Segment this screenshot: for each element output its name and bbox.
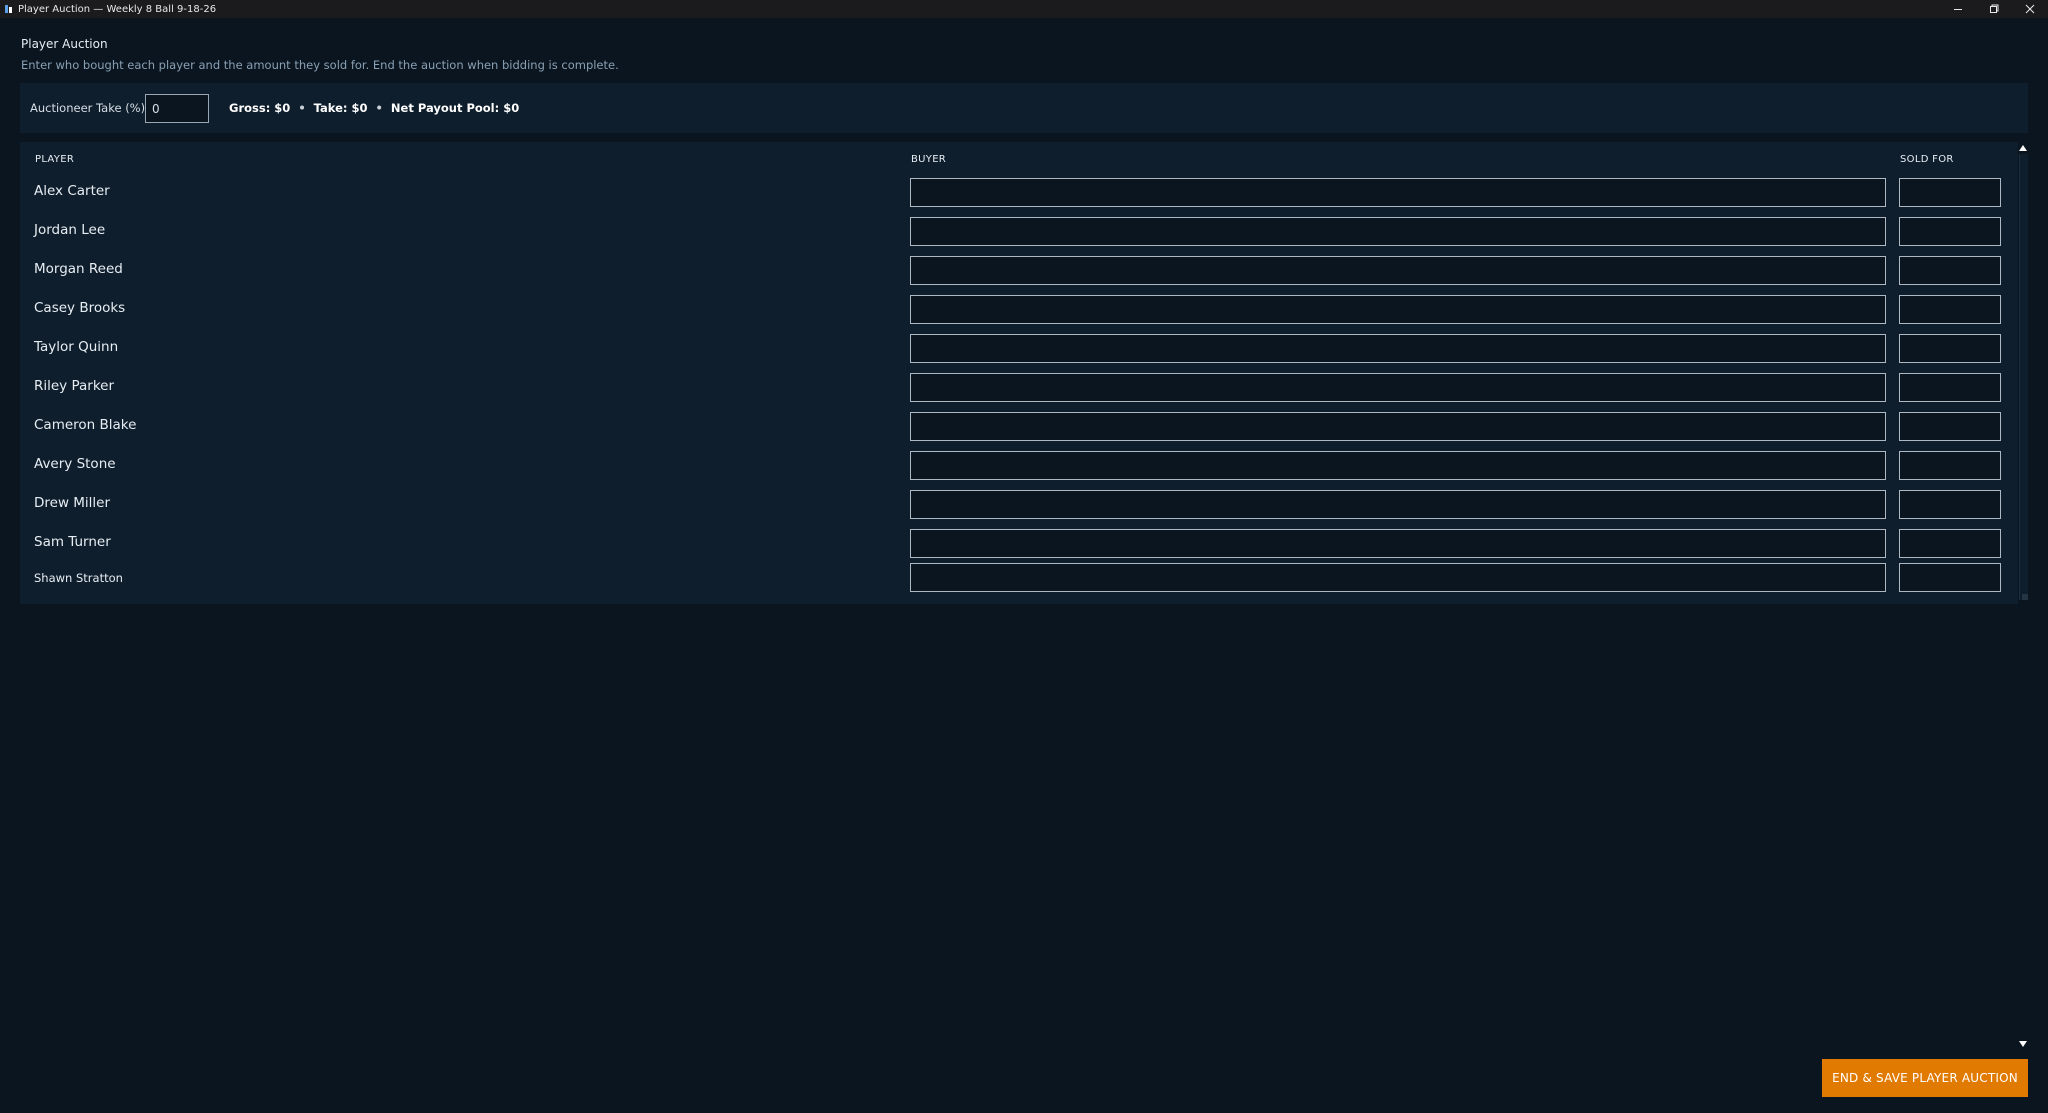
player-name: Avery Stone — [34, 456, 116, 472]
buyer-input[interactable] — [910, 256, 1886, 285]
auction-table: PLAYER BUYER SOLD FOR Alex Carter Jordan… — [20, 142, 2020, 604]
restore-button[interactable] — [1976, 0, 2012, 18]
restore-icon — [1990, 4, 1999, 13]
sold-for-input[interactable] — [1899, 412, 2001, 441]
window-controls — [1940, 0, 2048, 18]
net-payout-pool: Net Payout Pool: $0 — [390, 101, 520, 115]
buyer-input[interactable] — [910, 451, 1886, 480]
sold-for-input[interactable] — [1899, 490, 2001, 519]
player-name: Jordan Lee — [34, 222, 106, 238]
player-name: Casey Brooks — [34, 300, 126, 316]
buyer-input[interactable] — [910, 295, 1886, 324]
sold-for-input[interactable] — [1899, 563, 2001, 592]
take-bar: Auctioneer Take (%) Gross: $0 • Take: $0 • N… — [20, 83, 2028, 133]
page-title: Player Auction — [21, 37, 108, 51]
player-name: Cameron Blake — [34, 417, 137, 433]
sold-for-input[interactable] — [1899, 334, 2001, 363]
player-name: Riley Parker — [34, 378, 115, 394]
player-name: Sam Turner — [34, 534, 111, 550]
player-column-header: PLAYER — [35, 154, 75, 165]
sold-for-input[interactable] — [1899, 451, 2001, 480]
minimize-button[interactable] — [1940, 0, 1976, 18]
arrow-down-icon — [2019, 1041, 2027, 1047]
buyer-input[interactable] — [910, 178, 1886, 207]
take-total: Take: $0 — [313, 101, 368, 115]
title-bar: Player Auction — Weekly 8 Ball 9-18-26 — [0, 0, 2048, 18]
sold-for-input[interactable] — [1899, 295, 2001, 324]
app-icon — [4, 4, 14, 14]
sold-for-input[interactable] — [1899, 529, 2001, 558]
separator-dot: • — [298, 101, 306, 115]
close-icon — [2025, 4, 2035, 14]
arrow-up-icon — [2019, 145, 2027, 151]
end-save-auction-button[interactable]: END & SAVE PLAYER AUCTION — [1822, 1059, 2028, 1097]
player-name: Shawn Stratton — [34, 571, 123, 585]
sold-for-input[interactable] — [1899, 373, 2001, 402]
vertical-scrollbar[interactable] — [2018, 142, 2028, 1050]
sold-for-column-header: SOLD FOR — [1900, 154, 1954, 165]
page-subtitle: Enter who bought each player and the amo… — [21, 58, 619, 72]
buyer-column-header: BUYER — [911, 154, 947, 165]
sold-for-input[interactable] — [1899, 178, 2001, 207]
auctioneer-take-label: Auctioneer Take (%) — [30, 101, 146, 115]
sold-for-input[interactable] — [1899, 256, 2001, 285]
player-name: Drew Miller — [34, 495, 111, 511]
scroll-track[interactable] — [2018, 154, 2028, 1038]
auctioneer-take-input[interactable] — [145, 94, 209, 123]
sold-for-input[interactable] — [1899, 217, 2001, 246]
buyer-input[interactable] — [910, 490, 1886, 519]
scroll-up-button[interactable] — [2018, 142, 2028, 154]
separator-dot: • — [375, 101, 383, 115]
totals-summary: Gross: $0 • Take: $0 • Net Payout Pool: $0 — [229, 101, 519, 115]
scroll-thumb[interactable] — [2019, 154, 2028, 600]
buyer-input[interactable] — [910, 334, 1886, 363]
buyer-input[interactable] — [910, 217, 1886, 246]
buyer-input[interactable] — [910, 529, 1886, 558]
player-name: Alex Carter — [34, 183, 110, 199]
gross-total: Gross: $0 — [229, 101, 291, 115]
minimize-icon — [1954, 9, 1962, 10]
grip-icon — [2022, 594, 2028, 600]
player-name: Morgan Reed — [34, 261, 123, 277]
buyer-input[interactable] — [910, 373, 1886, 402]
buyer-input[interactable] — [910, 563, 1886, 592]
window-title: Player Auction — Weekly 8 Ball 9-18-26 — [18, 3, 217, 15]
player-name: Taylor Quinn — [34, 339, 119, 355]
buyer-input[interactable] — [910, 412, 1886, 441]
close-button[interactable] — [2012, 0, 2048, 18]
scroll-down-button[interactable] — [2018, 1038, 2028, 1050]
